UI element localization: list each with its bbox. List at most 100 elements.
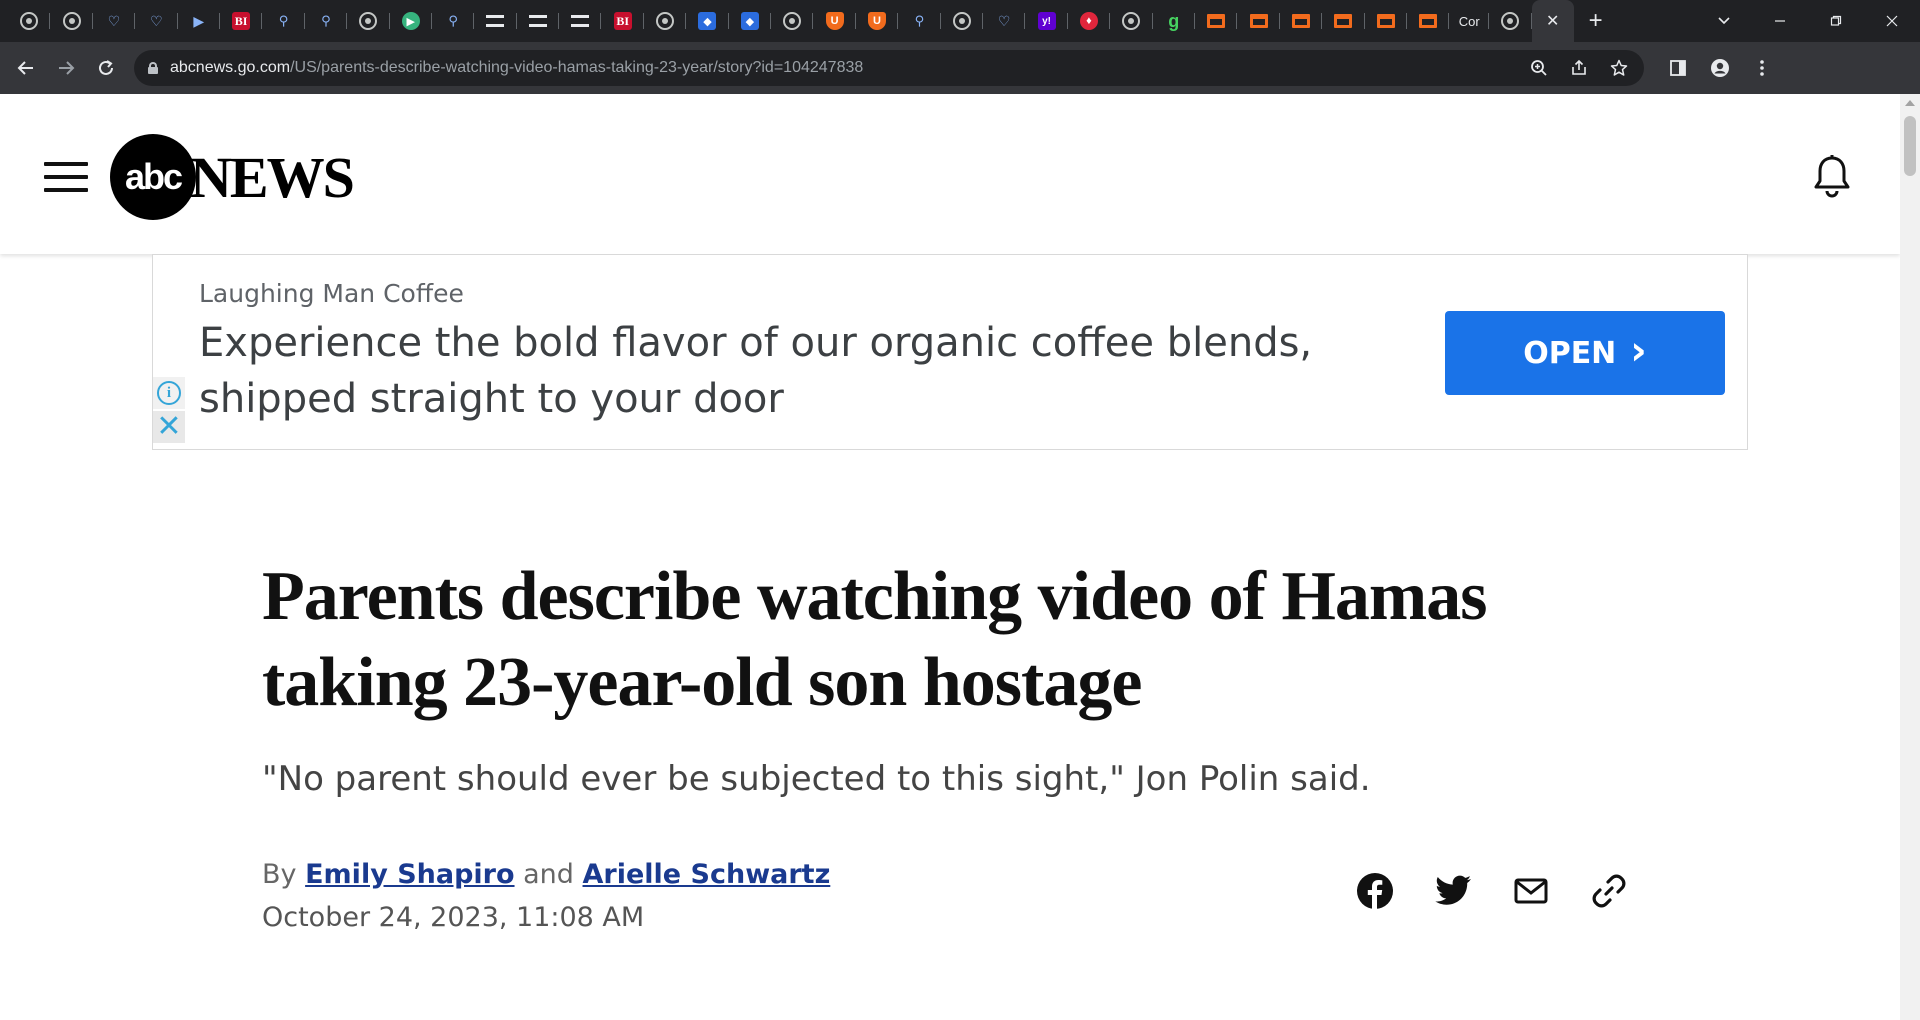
browser-tab[interactable] xyxy=(644,0,687,42)
profile-button[interactable] xyxy=(1702,50,1738,86)
browser-tab[interactable]: ◆ xyxy=(686,0,730,42)
ad-headline[interactable]: Experience the bold flavor of our organi… xyxy=(199,315,1399,427)
copy-link-button[interactable] xyxy=(1590,872,1628,910)
browser-tab[interactable]: ♡ xyxy=(983,0,1026,42)
search-icon: ⚲ xyxy=(914,13,925,28)
ad-close-button[interactable]: ✕ xyxy=(153,411,185,443)
browser-tab[interactable] xyxy=(50,0,94,42)
browser-tab[interactable]: U xyxy=(813,0,857,42)
share-twitter-button[interactable] xyxy=(1434,872,1472,910)
side-panel-button[interactable] xyxy=(1660,50,1696,86)
article-headline: Parents describe watching video of Hamas… xyxy=(262,558,1487,721)
substack-icon xyxy=(1207,14,1226,28)
browser-tab[interactable]: ▶ xyxy=(390,0,433,42)
back-button[interactable] xyxy=(6,48,46,88)
bell-icon xyxy=(1814,155,1850,198)
browser-tab[interactable]: y! xyxy=(1025,0,1069,42)
substack-icon xyxy=(1249,14,1268,28)
browser-tab-text[interactable]: Cor xyxy=(1449,0,1490,42)
share-page-button[interactable] xyxy=(1564,53,1594,83)
close-window-button[interactable] xyxy=(1864,0,1920,42)
browser-tab[interactable] xyxy=(474,0,518,42)
tab-search-button[interactable] xyxy=(1696,0,1752,42)
reload-button[interactable] xyxy=(86,48,126,88)
address-bar[interactable]: abcnews.go.com/US/parents-describe-watch… xyxy=(134,50,1644,86)
browser-tab[interactable]: ⚲ xyxy=(898,0,941,42)
business-insider-icon: BI xyxy=(232,12,251,30)
lock-icon[interactable] xyxy=(148,62,158,74)
scrollbar-thumb[interactable] xyxy=(1904,116,1916,176)
browser-tab[interactable]: BI xyxy=(601,0,645,42)
ad-open-button[interactable]: OPEN › xyxy=(1445,311,1725,395)
more-vertical-icon xyxy=(1760,60,1764,76)
search-icon: ⚲ xyxy=(278,13,289,28)
browser-tab[interactable] xyxy=(941,0,984,42)
star-icon xyxy=(1610,59,1628,76)
globe-icon xyxy=(783,12,802,30)
globe-icon xyxy=(20,12,39,30)
minimize-button[interactable] xyxy=(1752,0,1808,42)
flame-icon: ♦ xyxy=(1079,12,1098,30)
new-tab-button[interactable]: + xyxy=(1574,7,1618,35)
author-link-arielle-schwartz[interactable]: Arielle Schwartz xyxy=(583,859,831,890)
active-browser-tab[interactable]: ✕ xyxy=(1531,0,1574,42)
browser-tab[interactable] xyxy=(517,0,560,42)
share-bar xyxy=(1356,872,1628,910)
browser-tab[interactable]: ◆ xyxy=(729,0,772,42)
globe-icon xyxy=(62,12,81,30)
share-email-button[interactable] xyxy=(1512,872,1550,910)
close-tab-icon[interactable]: ✕ xyxy=(1546,11,1559,31)
browser-toolbar: abcnews.go.com/US/parents-describe-watch… xyxy=(0,42,1920,94)
globe-icon xyxy=(1122,12,1141,30)
abc-logo-circle: abc xyxy=(110,134,196,220)
business-insider-icon: BI xyxy=(613,12,632,30)
browser-tab[interactable] xyxy=(1407,0,1450,42)
ad-info-button[interactable]: i xyxy=(153,377,185,409)
browser-tab[interactable]: BI xyxy=(220,0,263,42)
notifications-button[interactable] xyxy=(1812,154,1852,198)
browser-tab[interactable]: ⚲ xyxy=(262,0,306,42)
browser-tab[interactable] xyxy=(1280,0,1323,42)
share-icon xyxy=(1572,59,1586,75)
globe-icon xyxy=(952,12,971,30)
browser-tab-globe[interactable] xyxy=(1489,0,1533,42)
omnibox-actions xyxy=(1524,53,1644,83)
advertisement-banner[interactable]: Laughing Man Coffee Experience the bold … xyxy=(152,254,1748,450)
browser-tab[interactable]: g xyxy=(1153,0,1196,42)
forward-button[interactable] xyxy=(46,48,86,88)
share-facebook-button[interactable] xyxy=(1356,872,1394,910)
restore-button[interactable] xyxy=(1808,0,1864,42)
browser-tab[interactable]: ♦ xyxy=(1068,0,1111,42)
zoom-button[interactable] xyxy=(1524,53,1554,83)
twitter-icon xyxy=(1435,875,1471,905)
browser-menu-button[interactable] xyxy=(1744,50,1780,86)
scroll-up-arrow-icon[interactable] xyxy=(1905,100,1915,106)
browser-tab[interactable] xyxy=(771,0,814,42)
browser-tab[interactable] xyxy=(1195,0,1238,42)
author-link-emily-shapiro[interactable]: Emily Shapiro xyxy=(305,859,514,890)
menu-button[interactable] xyxy=(44,162,88,192)
browser-tab[interactable]: ♡ xyxy=(135,0,178,42)
browser-tab[interactable]: ▶ xyxy=(178,0,221,42)
reload-icon xyxy=(99,60,113,75)
window-controls xyxy=(1696,0,1920,42)
browser-tab[interactable] xyxy=(347,0,390,42)
browser-tab[interactable] xyxy=(8,0,51,42)
browser-tab[interactable]: U xyxy=(856,0,899,42)
globe-icon xyxy=(1501,12,1520,30)
browser-tab[interactable] xyxy=(1322,0,1365,42)
hamburger-bar xyxy=(44,188,88,192)
zoom-icon xyxy=(1531,60,1547,76)
browser-tab[interactable] xyxy=(1237,0,1281,42)
substack-icon xyxy=(1419,14,1438,28)
browser-tab[interactable]: ⚲ xyxy=(305,0,348,42)
abc-news-logo[interactable]: abc NEWS xyxy=(110,134,355,220)
page-scrollbar[interactable] xyxy=(1900,94,1920,1020)
browser-tab[interactable]: ⚲ xyxy=(432,0,475,42)
info-icon: i xyxy=(157,381,181,405)
browser-tab[interactable]: ♡ xyxy=(93,0,136,42)
browser-tab[interactable] xyxy=(1110,0,1153,42)
browser-tab[interactable] xyxy=(559,0,602,42)
browser-tab[interactable] xyxy=(1365,0,1408,42)
bookmark-star-button[interactable] xyxy=(1604,53,1634,83)
